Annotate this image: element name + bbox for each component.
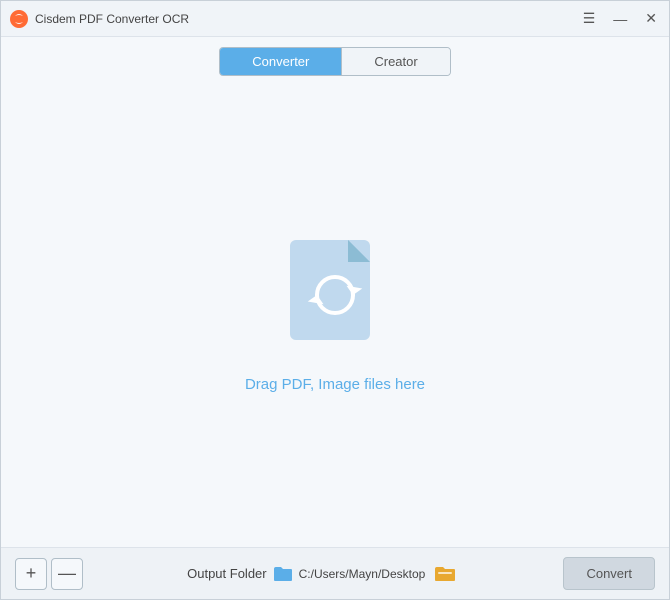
menu-button[interactable]: ☰ [579,8,600,29]
tab-converter[interactable]: Converter [220,48,342,75]
remove-file-button[interactable]: — [51,558,83,590]
title-bar-left: Cisdem PDF Converter OCR [9,9,189,29]
app-title: Cisdem PDF Converter OCR [35,12,189,26]
bottom-left-controls: + — [15,558,83,590]
output-path: C:/Users/Mayn/Desktop [299,567,426,581]
minimize-button[interactable]: — [609,9,631,29]
app-logo [9,9,29,29]
drop-hint-text: Drag PDF, Image files here [245,376,425,393]
add-file-button[interactable]: + [15,558,47,590]
bottom-bar: + — Output Folder C:/Users/Mayn/Desktop … [1,547,669,599]
title-bar: Cisdem PDF Converter OCR ☰ — ✕ [1,1,669,37]
folder-icon [273,566,293,582]
title-bar-controls: ☰ — ✕ [579,8,661,29]
tab-container: Converter Creator [219,47,450,76]
close-button[interactable]: ✕ [641,8,661,29]
output-folder-label: Output Folder [187,566,267,581]
app-window: Cisdem PDF Converter OCR ☰ — ✕ Converter… [0,0,670,600]
main-content: Drag PDF, Image files here [1,76,669,547]
tab-bar: Converter Creator [1,37,669,76]
convert-button[interactable]: Convert [563,557,655,590]
output-folder-section: Output Folder C:/Users/Mayn/Desktop [187,560,459,588]
file-drop-icon [280,230,390,360]
browse-folder-button[interactable] [431,560,459,588]
drop-area[interactable]: Drag PDF, Image files here [245,230,425,393]
tab-creator[interactable]: Creator [342,48,449,75]
